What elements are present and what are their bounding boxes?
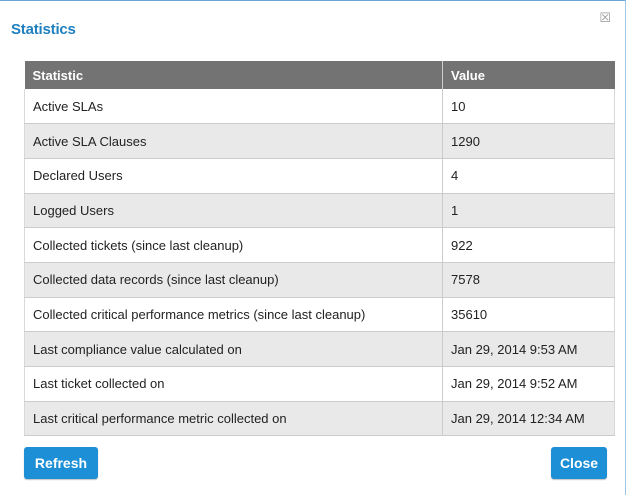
table-row: Active SLAs 10 (24, 89, 615, 125)
statistic-cell: Declared Users (24, 158, 443, 194)
value-cell: 1290 (442, 123, 615, 159)
statistics-dialog: Statistics ☒ Statistic Value Active SLAs… (0, 0, 626, 495)
value-cell: 1 (442, 193, 615, 229)
statistic-cell: Collected critical performance metrics (… (24, 297, 443, 333)
column-header-statistic: Statistic (24, 61, 443, 89)
statistic-cell: Active SLAs (24, 89, 443, 125)
statistic-cell: Logged Users (24, 193, 443, 229)
value-cell: 922 (442, 227, 615, 263)
table-row: Declared Users 4 (24, 158, 615, 194)
value-cell: Jan 29, 2014 9:52 AM (442, 366, 615, 402)
column-header-value: Value (442, 61, 615, 89)
value-cell: 10 (442, 89, 615, 125)
table-row: Last critical performance metric collect… (24, 401, 615, 437)
value-cell: 4 (442, 158, 615, 194)
table-row: Collected data records (since last clean… (24, 262, 615, 298)
table-row: Active SLA Clauses 1290 (24, 123, 615, 159)
refresh-button[interactable]: Refresh (24, 447, 98, 479)
table-row: Collected critical performance metrics (… (24, 297, 615, 333)
statistics-table: Statistic Value Active SLAs 10 Active SL… (24, 61, 615, 437)
statistic-cell: Last ticket collected on (24, 366, 443, 402)
statistic-cell: Last critical performance metric collect… (24, 401, 443, 437)
table-row: Collected tickets (since last cleanup) 9… (24, 227, 615, 263)
statistic-cell: Last compliance value calculated on (24, 331, 443, 367)
close-icon[interactable]: ☒ (599, 11, 611, 24)
dialog-title: Statistics (11, 21, 76, 38)
table-row: Last compliance value calculated on Jan … (24, 331, 615, 367)
statistic-cell: Collected data records (since last clean… (24, 262, 443, 298)
table-header-row: Statistic Value (24, 61, 615, 89)
statistic-cell: Active SLA Clauses (24, 123, 443, 159)
close-button[interactable]: Close (551, 447, 607, 479)
value-cell: 35610 (442, 297, 615, 333)
table-row: Logged Users 1 (24, 193, 615, 229)
table-row: Last ticket collected on Jan 29, 2014 9:… (24, 366, 615, 402)
value-cell: Jan 29, 2014 12:34 AM (442, 401, 615, 437)
statistic-cell: Collected tickets (since last cleanup) (24, 227, 443, 263)
value-cell: 7578 (442, 262, 615, 298)
value-cell: Jan 29, 2014 9:53 AM (442, 331, 615, 367)
